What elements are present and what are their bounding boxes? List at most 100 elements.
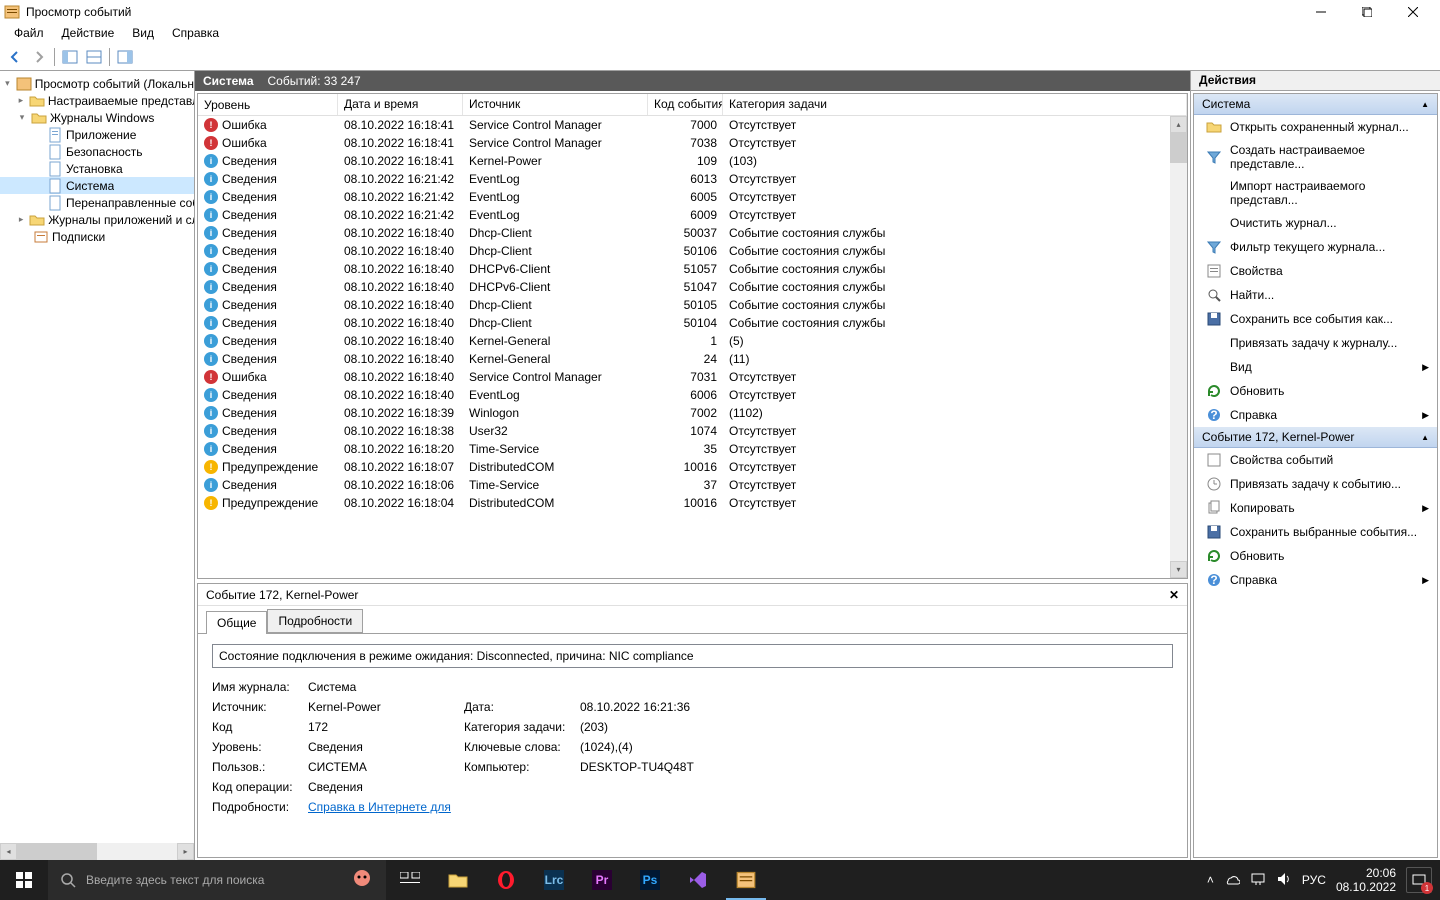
tree-forwarded[interactable]: Перенаправленные события [0,194,194,211]
tree-security[interactable]: Безопасность [0,143,194,160]
task-octopus-icon[interactable] [338,860,386,900]
action-refresh[interactable]: Обновить [1194,379,1437,403]
task-lightroom-icon[interactable]: Lrc [530,860,578,900]
expand-icon[interactable]: ▸ [16,95,26,106]
detail-close-button[interactable]: ✕ [1169,588,1179,602]
tray-language[interactable]: РУС [1302,873,1326,887]
column-level[interactable]: Уровень [198,94,338,115]
scroll-left-arrow[interactable]: ◂ [0,843,17,860]
event-row[interactable]: iСведения08.10.2022 16:18:40Kernel-Gener… [198,332,1187,350]
action-save-selected[interactable]: Сохранить выбранные события... [1194,520,1437,544]
toolbar-properties-button[interactable] [83,46,105,68]
collapse-icon[interactable]: ▲ [1421,433,1429,442]
tree-root[interactable]: ▾ Просмотр событий (Локальный) [0,75,194,92]
tray-notifications-button[interactable]: 1 [1406,867,1432,893]
action-open-saved-log[interactable]: Открыть сохраненный журнал... [1194,115,1437,139]
event-row[interactable]: !Предупреждение08.10.2022 16:18:07Distri… [198,458,1187,476]
tab-general[interactable]: Общие [206,611,267,634]
toolbar-forward-button[interactable] [28,46,50,68]
tree-system[interactable]: Система [0,177,194,194]
actions-section-system[interactable]: Система ▲ [1194,94,1437,115]
action-copy-submenu[interactable]: Копировать▶ [1194,496,1437,520]
action-event-properties[interactable]: Свойства событий [1194,448,1437,472]
close-button[interactable] [1390,0,1436,23]
expand-icon[interactable]: ▸ [16,214,26,225]
task-visualstudio-icon[interactable] [674,860,722,900]
minimize-button[interactable] [1298,0,1344,23]
scroll-right-arrow[interactable]: ▸ [177,843,194,860]
tray-volume-icon[interactable] [1276,872,1292,889]
column-source[interactable]: Источник [463,94,648,115]
collapse-icon[interactable]: ▾ [16,112,28,123]
event-row[interactable]: iСведения08.10.2022 16:18:39Winlogon7002… [198,404,1187,422]
tab-details[interactable]: Подробности [267,609,363,633]
action-help-event-submenu[interactable]: ?Справка▶ [1194,568,1437,592]
menu-action[interactable]: Действие [54,24,123,42]
event-row[interactable]: iСведения08.10.2022 16:18:20Time-Service… [198,440,1187,458]
maximize-button[interactable] [1344,0,1390,23]
event-row[interactable]: !Ошибка08.10.2022 16:18:41Service Contro… [198,116,1187,134]
action-attach-task-to-event[interactable]: Привязать задачу к событию... [1194,472,1437,496]
tree-setup[interactable]: Установка [0,160,194,177]
scroll-thumb[interactable] [1170,133,1187,163]
column-task[interactable]: Категория задачи [723,94,1187,115]
toolbar-back-button[interactable] [4,46,26,68]
event-row[interactable]: iСведения08.10.2022 16:18:40EventLog6006… [198,386,1187,404]
task-view-button[interactable] [386,860,434,900]
menu-view[interactable]: Вид [124,24,162,42]
event-row[interactable]: iСведения08.10.2022 16:18:40Kernel-Gener… [198,350,1187,368]
scroll-down-arrow[interactable]: ▾ [1170,561,1187,578]
taskbar-search[interactable]: Введите здесь текст для поиска [48,860,338,900]
tray-chevron-icon[interactable]: ˄ [1207,873,1214,887]
menu-file[interactable]: Файл [6,24,52,42]
tree-subscriptions[interactable]: Подписки [0,228,194,245]
horizontal-scrollbar[interactable]: ◂ ▸ [0,843,194,860]
tree-application[interactable]: Приложение [0,126,194,143]
start-button[interactable] [0,860,48,900]
column-eventid[interactable]: Код события [648,94,723,115]
event-row[interactable]: !Ошибка08.10.2022 16:18:40Service Contro… [198,368,1187,386]
event-row[interactable]: iСведения08.10.2022 16:18:40Dhcp-Client5… [198,242,1187,260]
action-help-submenu[interactable]: ?Справка▶ [1194,403,1437,427]
action-view-submenu[interactable]: Вид▶ [1194,355,1437,379]
event-row[interactable]: iСведения08.10.2022 16:18:38User321074От… [198,422,1187,440]
actions-section-event[interactable]: Событие 172, Kernel-Power ▲ [1194,427,1437,448]
menu-help[interactable]: Справка [164,24,227,42]
action-filter-log[interactable]: Фильтр текущего журнала... [1194,235,1437,259]
task-explorer-icon[interactable] [434,860,482,900]
tray-clock[interactable]: 20:06 08.10.2022 [1336,866,1396,895]
task-opera-icon[interactable] [482,860,530,900]
tree-windows-logs[interactable]: ▾ Журналы Windows [0,109,194,126]
action-properties[interactable]: Свойства [1194,259,1437,283]
action-attach-task[interactable]: Привязать задачу к журналу... [1194,331,1437,355]
action-create-custom-view[interactable]: Создать настраиваемое представле... [1194,139,1437,175]
task-premiere-icon[interactable]: Pr [578,860,626,900]
tray-network-icon[interactable] [1250,872,1266,889]
tree-custom-views[interactable]: ▸ Настраиваемые представления [0,92,194,109]
task-eventviewer-icon[interactable] [722,860,770,900]
scroll-thumb[interactable] [17,843,97,860]
action-refresh-event[interactable]: Обновить [1194,544,1437,568]
toolbar-help-button[interactable] [114,46,136,68]
event-row[interactable]: iСведения08.10.2022 16:21:42EventLog6005… [198,188,1187,206]
action-clear-log[interactable]: Очистить журнал... [1194,211,1437,235]
collapse-icon[interactable]: ▲ [1421,100,1429,109]
event-row[interactable]: !Ошибка08.10.2022 16:18:41Service Contro… [198,134,1187,152]
column-datetime[interactable]: Дата и время [338,94,463,115]
event-row[interactable]: iСведения08.10.2022 16:18:06Time-Service… [198,476,1187,494]
event-row[interactable]: iСведения08.10.2022 16:18:41Kernel-Power… [198,152,1187,170]
tree-app-services[interactable]: ▸ Журналы приложений и служб [0,211,194,228]
collapse-icon[interactable]: ▾ [2,78,13,89]
event-row[interactable]: iСведения08.10.2022 16:21:42EventLog6013… [198,170,1187,188]
event-row[interactable]: iСведения08.10.2022 16:18:40Dhcp-Client5… [198,224,1187,242]
scroll-up-arrow[interactable]: ▴ [1170,116,1187,133]
vertical-scrollbar[interactable]: ▴ ▾ [1170,116,1187,578]
toolbar-show-hide-tree-button[interactable] [59,46,81,68]
action-find[interactable]: Найти... [1194,283,1437,307]
action-import-custom-view[interactable]: Импорт настраиваемого представл... [1194,175,1437,211]
link-online-help[interactable]: Справка в Интернете для [308,800,780,814]
tray-onedrive-icon[interactable] [1224,873,1240,888]
event-row[interactable]: iСведения08.10.2022 16:21:42EventLog6009… [198,206,1187,224]
task-photoshop-icon[interactable]: Ps [626,860,674,900]
event-row[interactable]: iСведения08.10.2022 16:18:40Dhcp-Client5… [198,314,1187,332]
